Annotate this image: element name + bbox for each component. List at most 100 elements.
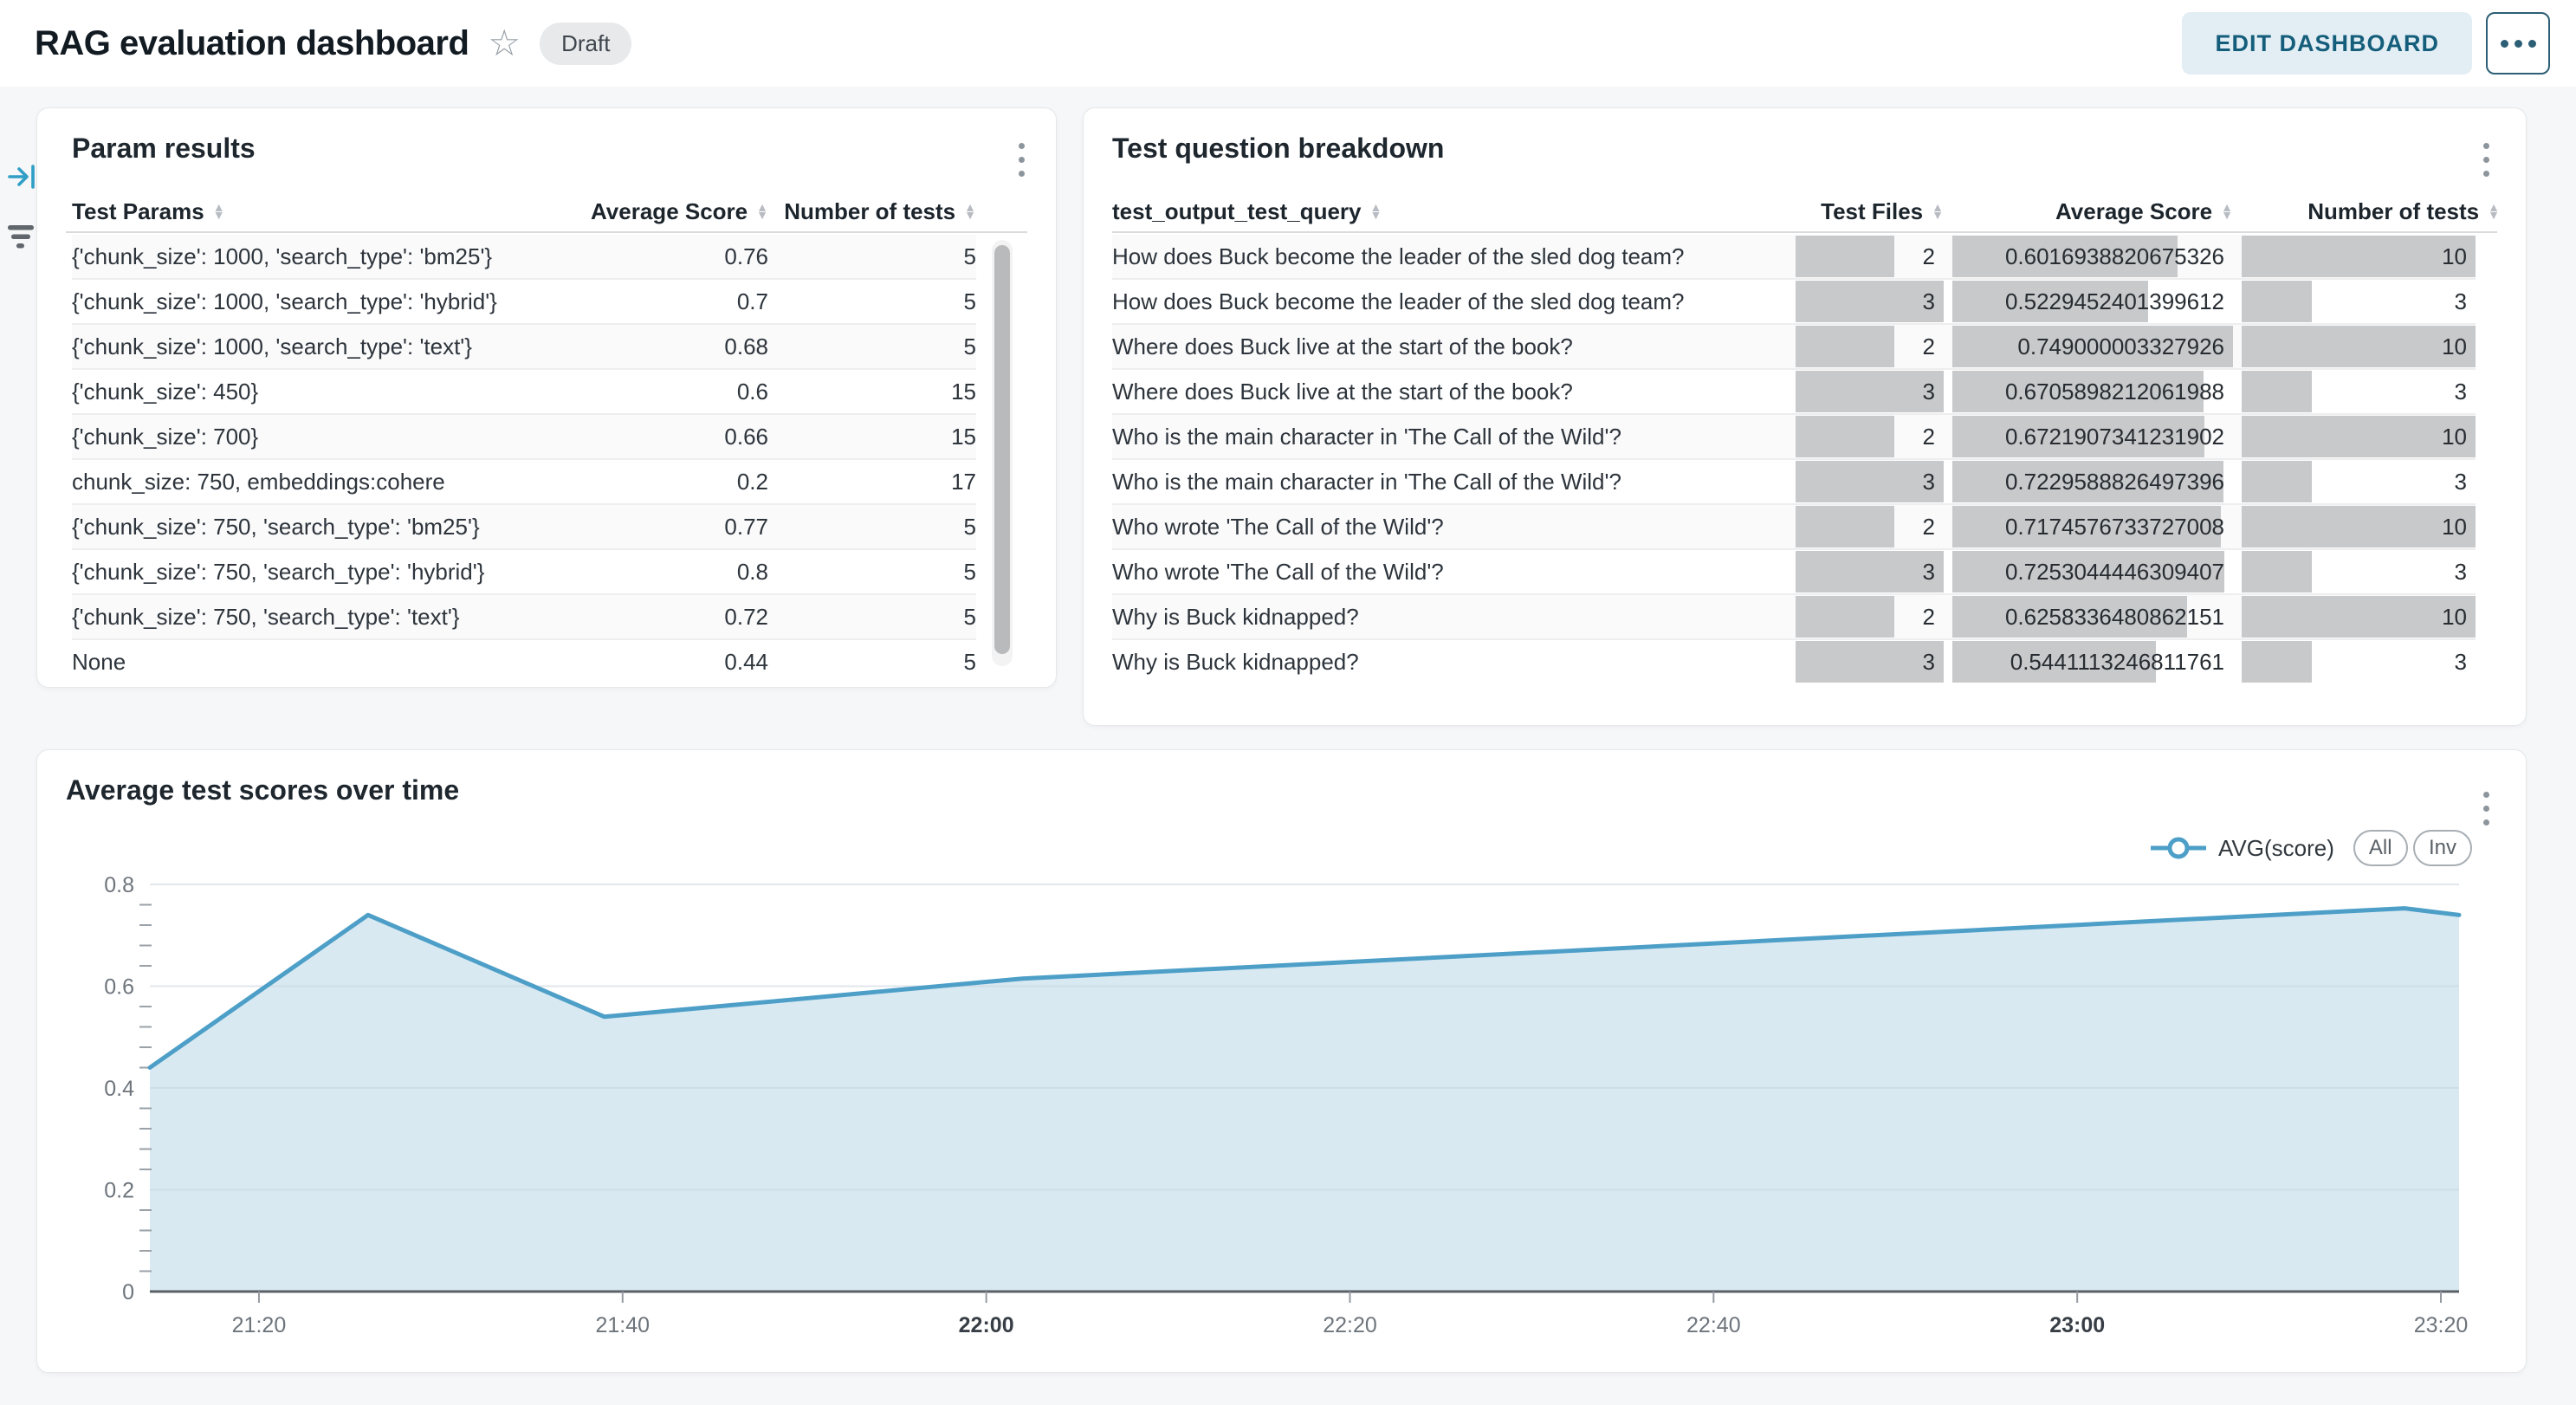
cell-test-params: {'chunk_size': 750, 'search_type': 'hybr… [72,559,578,586]
sort-icon[interactable]: ▲▼ [756,204,768,218]
cell-test-params: chunk_size: 750, embeddings:cohere [72,469,578,495]
table-row: Where does Buck live at the start of the… [1112,370,2476,415]
legend-all-button[interactable]: All [2353,830,2408,866]
cell-value: 0.5229452401399612 [1952,288,2233,315]
cell-test-files: 2 [1796,505,1944,548]
cell-value: 5 [768,604,976,631]
cell-query: Who is the main character in 'The Call o… [1112,424,1787,450]
cell-number-of-tests: 3 [2242,280,2476,323]
cell-number-of-tests: 10 [2242,325,2476,368]
cell-value: 2 [1796,243,1944,270]
cell-query: Where does Buck live at the start of the… [1112,379,1787,405]
cell-value: 0.8 [578,559,768,586]
scrollbar-thumb[interactable] [994,245,1010,654]
cell-test-files: 3 [1796,280,1944,323]
svg-text:22:40: 22:40 [1686,1313,1741,1337]
cell-value: 2 [1796,604,1944,631]
table-row: {'chunk_size': 1000, 'search_type': 'tex… [72,325,976,370]
svg-text:0.2: 0.2 [104,1179,134,1203]
cell-value: 5 [768,649,976,676]
card-menu-button[interactable] [1013,138,1030,182]
sort-icon[interactable]: ▲▼ [213,204,225,218]
svg-text:22:20: 22:20 [1323,1313,1377,1337]
sort-icon[interactable]: ▲▼ [2221,204,2233,218]
cell-value: 0.7174576733727008 [1952,514,2233,541]
svg-text:23:00: 23:00 [2049,1313,2105,1337]
column-header-test-files[interactable]: Test Files ▲▼ [1796,198,1944,225]
cell-number-of-tests: 3 [2242,370,2476,413]
edit-dashboard-button[interactable]: EDIT DASHBOARD [2182,12,2472,74]
cell-value: 10 [2242,333,2476,360]
cell-number-of-tests: 10 [2242,595,2476,638]
cell-test-params: {'chunk_size': 1000, 'search_type': 'hyb… [72,288,578,315]
cell-number-of-tests: 10 [2242,235,2476,278]
cell-value: 0.749000003327926 [1952,333,2233,360]
cell-value: 0.6016938820675326 [1952,243,2233,270]
collapse-panel-icon[interactable] [7,161,38,192]
cell-value: 15 [768,424,976,450]
card-menu-button[interactable] [2478,138,2495,182]
cell-average-score: 0.7229588826497396 [1952,460,2233,503]
filter-icon[interactable] [7,223,36,251]
table-row: Why is Buck kidnapped?30.544111324681176… [1112,640,2476,683]
sort-icon[interactable]: ▲▼ [964,204,976,218]
scores-chart-svg[interactable]: 00.20.40.60.821:2021:4022:0022:2022:4023… [37,871,2526,1356]
cell-value: 0.7 [578,288,768,315]
card-title: Average test scores over time [66,774,459,806]
cell-value: 3 [1796,288,1944,315]
cell-test-params: {'chunk_size': 450} [72,379,578,405]
legend-item-avg-score[interactable]: AVG(score) [2151,835,2334,862]
page-title: RAG evaluation dashboard [35,24,469,63]
cell-number-of-tests: 3 [2242,550,2476,593]
cell-value: 5 [768,514,976,541]
cell-test-files: 3 [1796,460,1944,503]
column-header-number-of-tests[interactable]: Number of tests ▲▼ [768,198,976,225]
cell-value: 0.72 [578,604,768,631]
table-row: How does Buck become the leader of the s… [1112,280,2476,325]
legend-label: AVG(score) [2218,835,2334,862]
table-row: Who is the main character in 'The Call o… [1112,415,2476,460]
cell-number-of-tests: 3 [2242,460,2476,503]
svg-text:0.4: 0.4 [104,1077,134,1101]
cell-value: 0.7229588826497396 [1952,469,2233,495]
sort-icon[interactable]: ▲▼ [1370,204,1382,218]
cell-value: 0.66 [578,424,768,450]
table-row: {'chunk_size': 750, 'search_type': 'bm25… [72,505,976,550]
favorite-star-icon[interactable]: ☆ [488,25,521,62]
cell-value: 3 [1796,649,1944,676]
more-options-button[interactable] [2486,12,2550,74]
column-header-average-score[interactable]: Average Score ▲▼ [1952,198,2233,225]
cell-value: 5 [768,288,976,315]
column-header-average-score[interactable]: Average Score ▲▼ [578,198,768,225]
svg-text:23:20: 23:20 [2414,1313,2469,1337]
cell-value: 10 [2242,424,2476,450]
cell-value: 0.6721907341231902 [1952,424,2233,450]
svg-text:22:00: 22:00 [959,1313,1014,1337]
cell-test-files: 3 [1796,370,1944,413]
cell-test-files: 2 [1796,415,1944,458]
cell-average-score: 0.7174576733727008 [1952,505,2233,548]
cell-value: 0.44 [578,649,768,676]
table-row: Why is Buck kidnapped?20.625833648086215… [1112,595,2476,640]
legend-inv-button[interactable]: Inv [2413,830,2472,866]
column-header-query[interactable]: test_output_test_query ▲▼ [1112,198,1787,225]
card-menu-button[interactable] [2478,787,2495,831]
sort-icon[interactable]: ▲▼ [2488,204,2500,218]
cell-value: 0.6705898212061988 [1952,379,2233,405]
cell-average-score: 0.6705898212061988 [1952,370,2233,413]
column-header-test-params[interactable]: Test Params ▲▼ [72,198,578,225]
table-row: Who is the main character in 'The Call o… [1112,460,2476,505]
column-header-number-of-tests[interactable]: Number of tests ▲▼ [2242,198,2500,225]
svg-text:0.8: 0.8 [104,873,134,897]
cell-value: 0.5441113246811761 [1952,649,2233,676]
cell-query: Why is Buck kidnapped? [1112,604,1787,631]
table-row: {'chunk_size': 1000, 'search_type': 'bm2… [72,235,976,280]
cell-value: 3 [2242,649,2476,676]
table-header: Test Params ▲▼ Average Score ▲▼ Number o… [72,191,976,231]
cell-average-score: 0.5441113246811761 [1952,640,2233,683]
cell-value: 17 [768,469,976,495]
cell-query: Who wrote 'The Call of the Wild'? [1112,559,1787,586]
cell-number-of-tests: 3 [2242,640,2476,683]
card-title: Test question breakdown [1112,133,1444,165]
sort-icon[interactable]: ▲▼ [1932,204,1944,218]
